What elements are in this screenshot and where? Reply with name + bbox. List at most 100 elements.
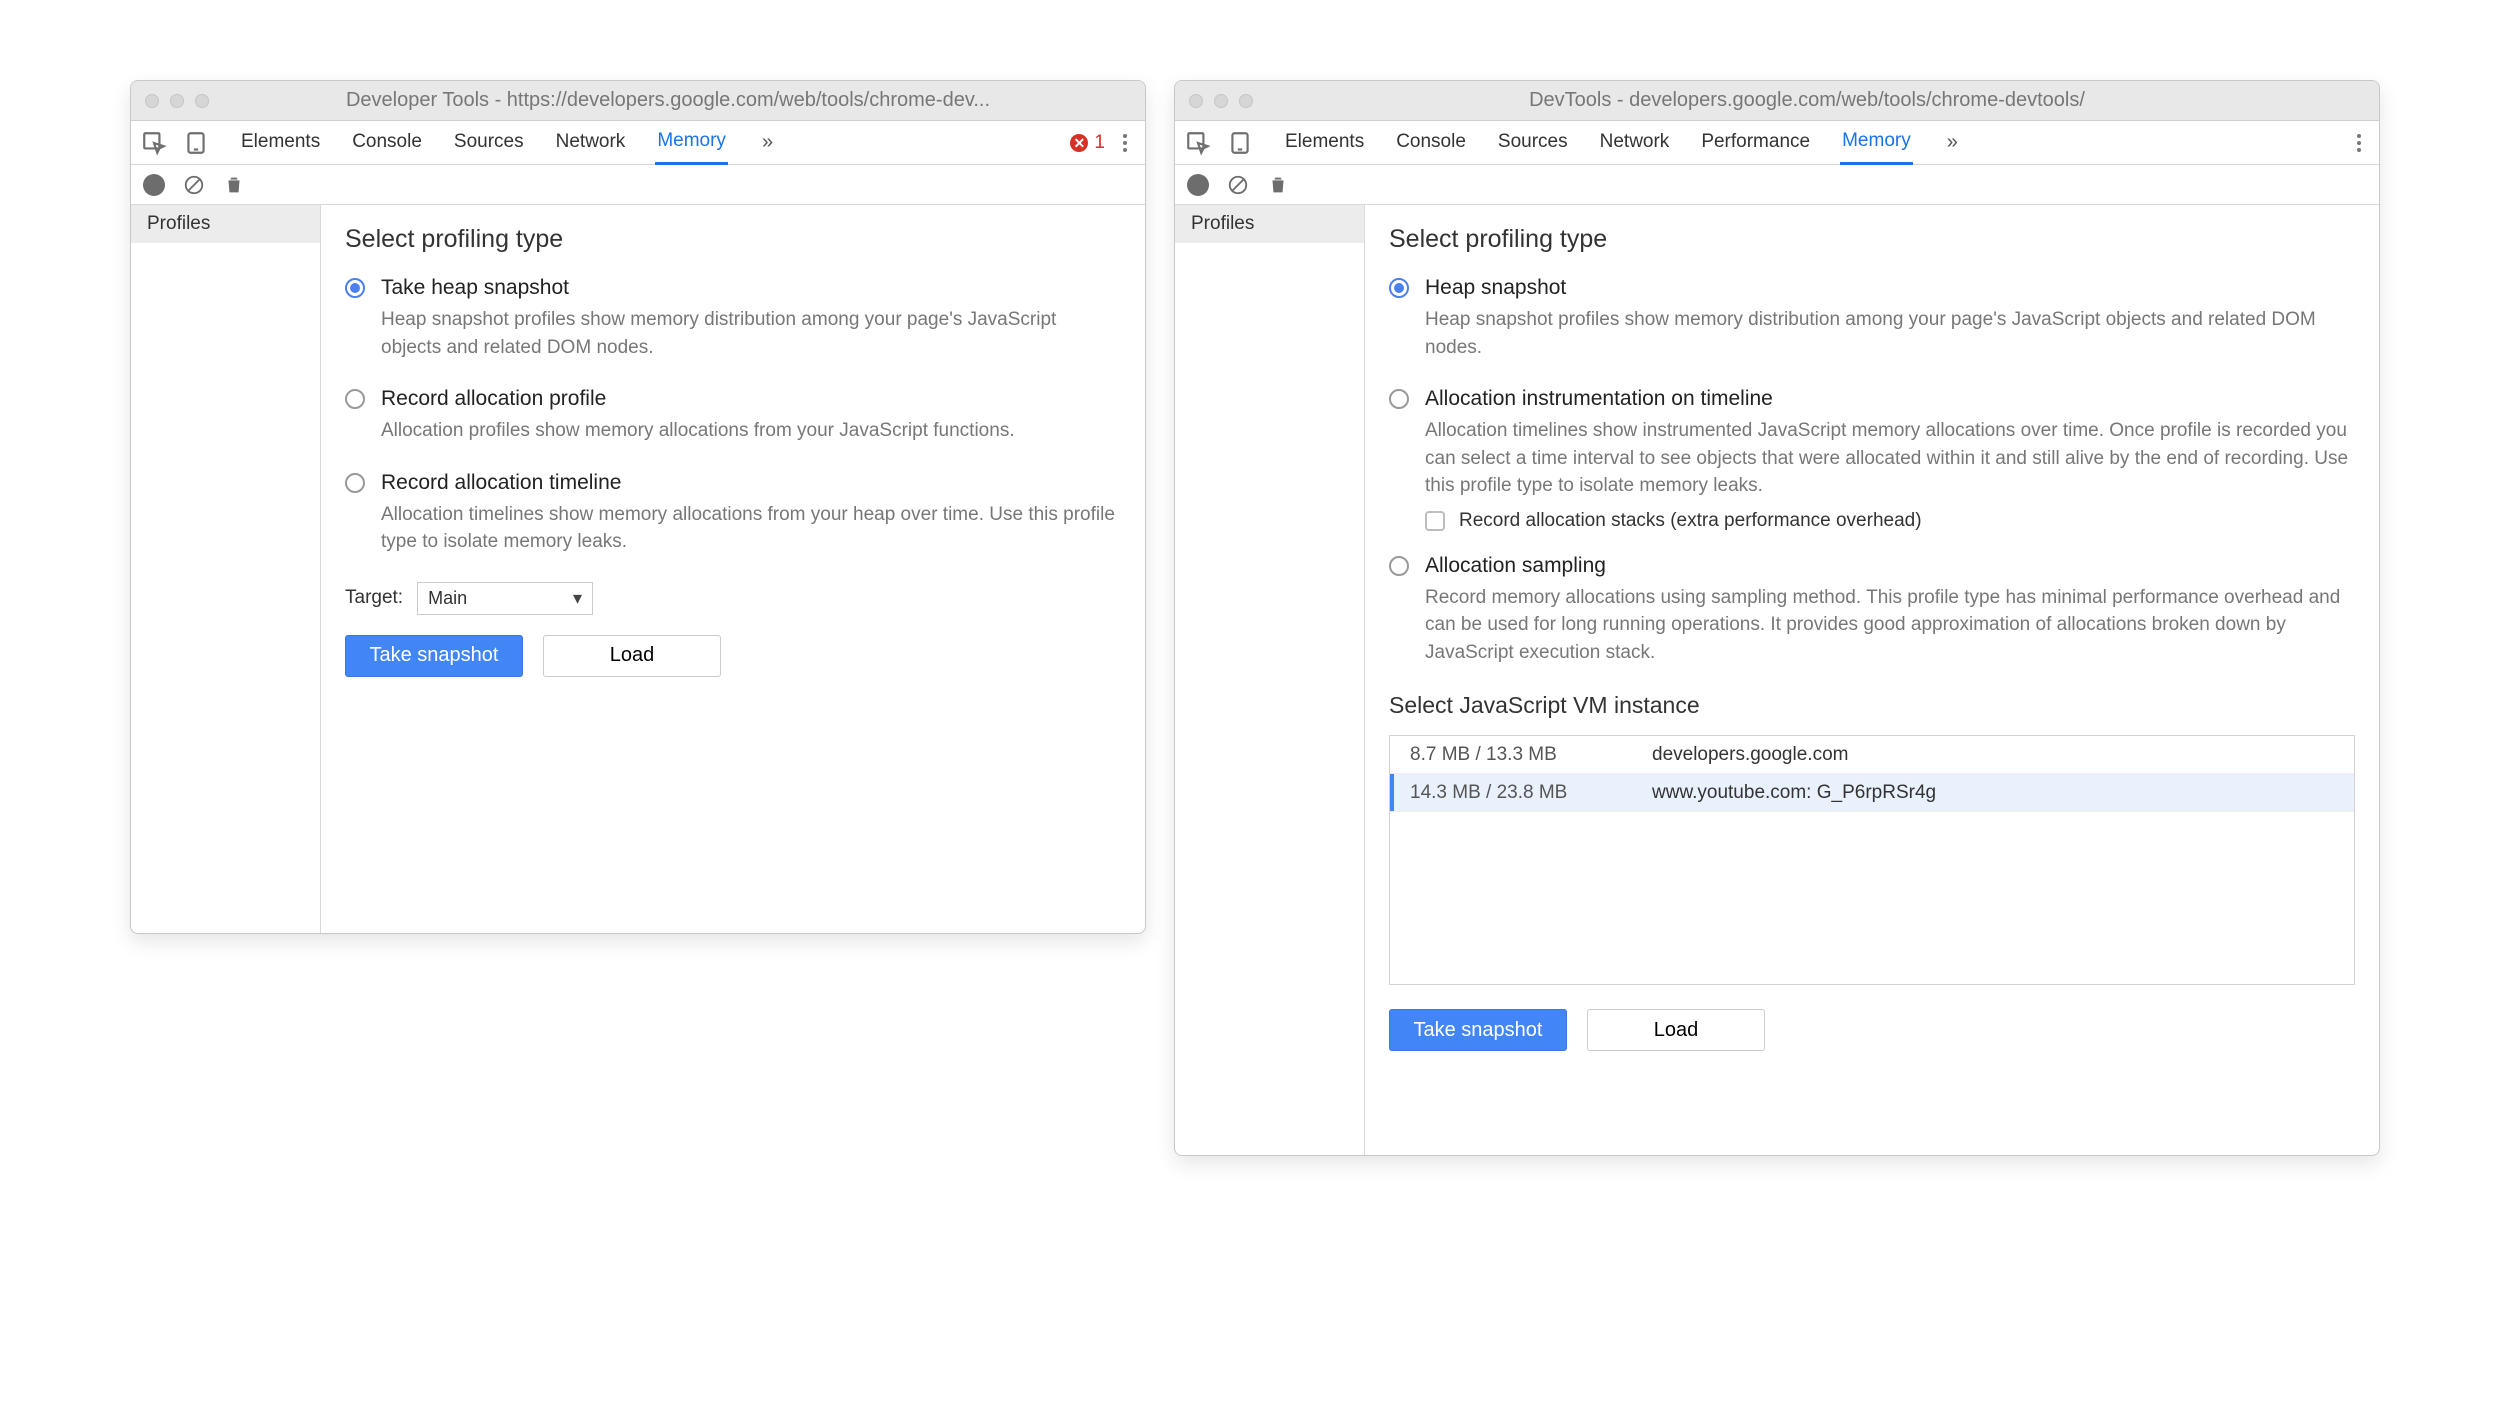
radio-icon[interactable] [1389,278,1409,298]
option-desc: Allocation timelines show memory allocat… [381,501,1121,556]
tab-network[interactable]: Network [1598,122,1672,163]
zoom-dot[interactable] [195,94,209,108]
zoom-dot[interactable] [1239,94,1253,108]
panel-tabs: Elements Console Sources Network Memory … [239,121,779,164]
devtools-window-left: Developer Tools - https://developers.goo… [130,80,1146,934]
more-tabs-chevron-icon[interactable]: » [756,131,779,154]
sidebar-item-profiles[interactable]: Profiles [131,205,320,243]
traffic-lights [1189,94,1253,108]
tab-memory[interactable]: Memory [655,121,728,165]
tab-memory[interactable]: Memory [1840,121,1913,165]
tab-console[interactable]: Console [350,122,424,163]
take-snapshot-button[interactable]: Take snapshot [1389,1009,1567,1051]
memory-toolbar [1175,165,2379,205]
more-tabs-chevron-icon[interactable]: » [1941,131,1964,154]
tab-sources[interactable]: Sources [1496,122,1570,163]
profiling-type-heading: Select profiling type [345,225,1121,254]
panel-tabs-row: Elements Console Sources Network Memory … [131,121,1145,165]
memory-toolbar [131,165,1145,205]
radio-icon[interactable] [345,473,365,493]
suboption-label: Record allocation stacks (extra performa… [1459,510,1922,532]
suboption-record-stacks[interactable]: Record allocation stacks (extra performa… [1425,510,2355,532]
devtools-window-right: DevTools - developers.google.com/web/too… [1174,80,2380,1156]
sidebar-item-profiles[interactable]: Profiles [1175,205,1364,243]
target-row: Target: Main [345,582,1121,615]
option-desc: Allocation profiles show memory allocati… [381,417,1015,445]
vm-section: Select JavaScript VM instance 8.7 MB / 1… [1389,692,2355,985]
record-icon[interactable] [1187,174,1209,196]
vm-row[interactable]: 8.7 MB / 13.3 MB developers.google.com [1390,736,2354,774]
tab-elements[interactable]: Elements [239,122,322,163]
tab-console[interactable]: Console [1394,122,1468,163]
option-heap-snapshot[interactable]: Heap snapshot Heap snapshot profiles sho… [1389,276,2355,361]
clear-icon[interactable] [183,174,205,196]
memory-main: Select profiling type Take heap snapshot… [321,205,1145,933]
close-dot[interactable] [145,94,159,108]
option-desc: Heap snapshot profiles show memory distr… [1425,306,2355,361]
error-count[interactable]: ✕ 1 [1070,132,1105,154]
vm-name: www.youtube.com: G_P6rpRSr4g [1652,782,1936,804]
traffic-lights [145,94,209,108]
titlebar: DevTools - developers.google.com/web/too… [1175,81,2379,121]
option-desc: Allocation timelines show instrumented J… [1425,417,2355,500]
checkbox-icon[interactable] [1425,511,1445,531]
sidebar: Profiles [1175,205,1365,1155]
trash-icon[interactable] [1267,174,1289,196]
panel-tabs: Elements Console Sources Network Perform… [1283,121,1964,164]
radio-icon[interactable] [345,278,365,298]
load-button[interactable]: Load [1587,1009,1765,1051]
panel-tabs-row: Elements Console Sources Network Perform… [1175,121,2379,165]
option-title: Record allocation timeline [381,471,1121,495]
clear-icon[interactable] [1227,174,1249,196]
titlebar: Developer Tools - https://developers.goo… [131,81,1145,121]
option-allocation-timeline[interactable]: Record allocation timeline Allocation ti… [345,471,1121,556]
minimize-dot[interactable] [1214,94,1228,108]
more-menu-icon[interactable] [2349,134,2369,152]
target-select[interactable]: Main [417,582,593,615]
vm-row[interactable]: 14.3 MB / 23.8 MB www.youtube.com: G_P6r… [1390,774,2354,812]
option-allocation-profile[interactable]: Record allocation profile Allocation pro… [345,387,1121,445]
option-heap-snapshot[interactable]: Take heap snapshot Heap snapshot profile… [345,276,1121,361]
take-snapshot-button[interactable]: Take snapshot [345,635,523,677]
radio-icon[interactable] [345,389,365,409]
device-toggle-icon[interactable] [1227,130,1253,156]
action-buttons: Take snapshot Load [345,635,1121,677]
memory-main: Select profiling type Heap snapshot Heap… [1365,205,2379,1155]
option-allocation-sampling[interactable]: Allocation sampling Record memory alloca… [1389,554,2355,667]
device-toggle-icon[interactable] [183,130,209,156]
minimize-dot[interactable] [170,94,184,108]
profiling-type-heading: Select profiling type [1389,225,2355,254]
panel-body: Profiles Select profiling type Heap snap… [1175,205,2379,1155]
load-button[interactable]: Load [543,635,721,677]
option-title: Take heap snapshot [381,276,1121,300]
vm-name: developers.google.com [1652,744,1848,766]
option-title: Heap snapshot [1425,276,2355,300]
record-icon[interactable] [143,174,165,196]
error-count-value: 1 [1094,132,1105,154]
option-title: Record allocation profile [381,387,1015,411]
inspect-icon[interactable] [141,130,167,156]
trash-icon[interactable] [223,174,245,196]
inspect-icon[interactable] [1185,130,1211,156]
error-badge-icon: ✕ [1070,134,1088,152]
target-label: Target: [345,587,403,609]
tab-network[interactable]: Network [554,122,628,163]
radio-icon[interactable] [1389,556,1409,576]
option-title: Allocation sampling [1425,554,2355,578]
more-menu-icon[interactable] [1115,134,1135,152]
close-dot[interactable] [1189,94,1203,108]
option-desc: Record memory allocations using sampling… [1425,584,2355,667]
panel-body: Profiles Select profiling type Take heap… [131,205,1145,933]
tab-performance[interactable]: Performance [1699,122,1812,163]
vm-memory: 14.3 MB / 23.8 MB [1410,782,1610,804]
radio-icon[interactable] [1389,389,1409,409]
option-allocation-instrumentation[interactable]: Allocation instrumentation on timeline A… [1389,387,2355,500]
sidebar-item-label: Profiles [147,213,210,235]
action-buttons: Take snapshot Load [1389,1009,2355,1051]
tab-elements[interactable]: Elements [1283,122,1366,163]
option-desc: Heap snapshot profiles show memory distr… [381,306,1121,361]
target-value: Main [428,588,467,608]
vm-heading: Select JavaScript VM instance [1389,692,2355,719]
tab-sources[interactable]: Sources [452,122,526,163]
sidebar: Profiles [131,205,321,933]
